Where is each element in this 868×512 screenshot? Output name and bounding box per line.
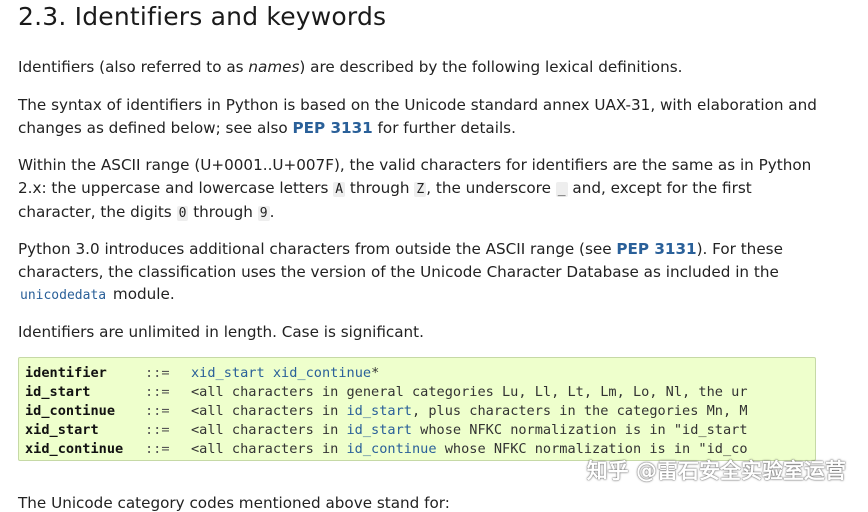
unicodedata-module-link[interactable]: unicodedata [18,288,108,303]
text: ) are described by the following lexical… [299,58,683,76]
grammar-row-xid-start: xid_start::= <all characters in id_start … [25,421,748,440]
grammar-block: identifier::= xid_start xid_continue* id_… [18,357,816,461]
grammar-rule: <all characters in [191,441,347,457]
code-0: 0 [176,206,189,221]
grammar-row-identifier: identifier::= xid_start xid_continue* [25,364,379,383]
grammar-operator: ::= [145,384,170,400]
text: through [188,203,258,221]
text: Python 3.0 introduces additional charact… [18,240,617,258]
text: Identifiers (also referred to as [18,58,249,76]
grammar-rule: <all characters in [191,422,347,438]
code-9: 9 [257,206,270,221]
xid-continue-link[interactable]: xid_continue [273,365,371,381]
grammar-rule: <all characters in [191,403,347,419]
text: through [345,178,415,197]
cutoff-paragraph: The Unicode category codes mentioned abo… [18,494,450,512]
code-Z: Z [414,181,427,197]
grammar-name: id_start [25,384,91,400]
text: , the underscore [426,178,556,197]
grammar-operator: ::= [145,441,170,457]
id-continue-link[interactable]: id_continue [347,441,437,457]
code-underscore: _ [555,181,568,197]
grammar-row-id-start: id_start::= <all characters in general ca… [25,383,748,402]
grammar-rule: * [371,365,380,381]
paragraph-python3: Python 3.0 introduces additional charact… [18,238,818,308]
paragraph-names: Identifiers (also referred to as names) … [18,56,818,79]
grammar-name: xid_continue [25,441,124,457]
grammar-operator: ::= [145,365,170,381]
code-A: A [333,181,346,197]
grammar-space [265,365,273,381]
grammar-name: identifier [25,365,107,381]
grammar-name: xid_start [25,422,99,438]
paragraph-length: Identifiers are unlimited in length. Cas… [18,323,424,341]
text: module. [108,285,175,303]
grammar-operator: ::= [145,422,170,438]
grammar-rule: <all characters in general categories Lu… [191,384,748,400]
grammar-name: id_continue [25,403,116,419]
zhihu-watermark: 知乎 @雷石安全实验室运营 [586,459,846,483]
grammar-rule: whose NFKC normalization is in "id_start [411,422,748,438]
emphasis-names: names [248,58,300,76]
pep-3131-link[interactable]: PEP 3131 [293,119,373,137]
id-start-link[interactable]: id_start [347,422,412,438]
section-heading: 2.3. Identifiers and keywords [18,2,387,31]
grammar-row-id-continue: id_continue::= <all characters in id_star… [25,402,748,421]
text: . [269,203,275,221]
text: for further details. [372,118,516,137]
paragraph-ascii-range: Within the ASCII range (U+0001..U+007F),… [18,154,818,226]
pep-3131-link[interactable]: PEP 3131 [616,240,696,258]
xid-start-link[interactable]: xid_start [191,365,265,381]
grammar-operator: ::= [145,403,170,419]
id-start-link[interactable]: id_start [347,403,412,419]
paragraph-syntax: The syntax of identifiers in Python is b… [18,94,818,139]
grammar-rule: , plus characters in the categories Mn, … [411,403,748,419]
